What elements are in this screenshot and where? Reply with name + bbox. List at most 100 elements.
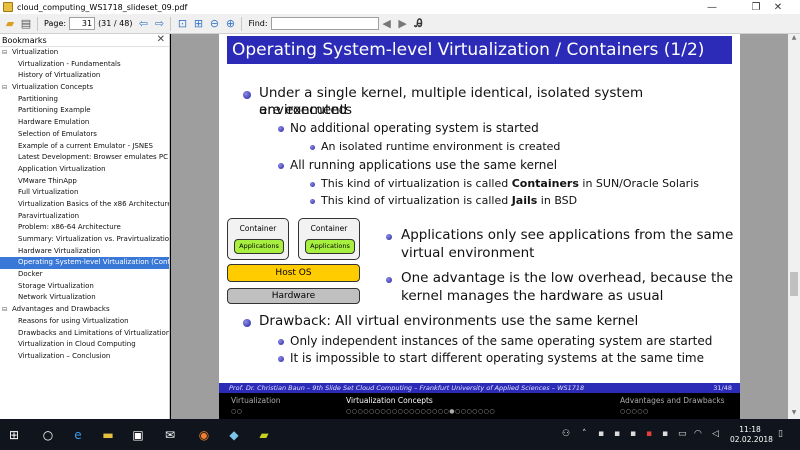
bookmark-item[interactable]: Hardware Virtualization <box>0 246 169 258</box>
slide-footer: Prof. Dr. Christian Baun – 9th Slide Set… <box>219 383 740 393</box>
bookmark-item[interactable]: Operating System-level Virtualization (C… <box>0 257 169 270</box>
nav-section-virtualization[interactable]: Virtualization <box>231 396 281 405</box>
bookmark-item[interactable]: Virtualization - Fundamentals <box>0 59 169 71</box>
bookmark-label: Application Virtualization <box>18 164 106 173</box>
bullet-text: This kind of virtualization is called Co… <box>321 177 699 190</box>
minimize-button[interactable]: — <box>690 0 734 14</box>
bullet-text: kernel manages the hardware as usual <box>401 288 664 304</box>
nav-dots[interactable]: ○○○○○○○○○○○○○○○○○○●○○○○○○○ <box>346 408 495 415</box>
find-label: Find: <box>248 19 268 28</box>
volume-icon[interactable]: ◁ <box>712 429 719 439</box>
match-case-icon[interactable]: Ꭿ <box>411 16 427 32</box>
container-box: Container Applications <box>227 218 289 260</box>
bookmark-label: Paravirtualization <box>18 211 80 220</box>
collapse-icon[interactable]: ⊟ <box>2 304 12 316</box>
bookmark-item[interactable]: Summary: Virtualization vs. Pravirtualiz… <box>0 234 169 246</box>
find-input[interactable] <box>270 17 379 30</box>
bookmark-item[interactable]: VMware ThinApp <box>0 176 169 188</box>
bookmark-item[interactable]: Latest Development: Browser emulates PC … <box>0 152 169 164</box>
taskbar-clock[interactable]: 11:18 02.02.2018 <box>730 425 773 445</box>
zoom-out-icon[interactable]: ⊖ <box>206 16 222 32</box>
pdf-viewer-taskbar-icon[interactable]: ▰ <box>256 427 272 443</box>
bookmark-item[interactable]: Partitioning Example <box>0 105 169 117</box>
close-button[interactable]: ✕ <box>756 0 800 14</box>
bookmark-item[interactable]: Example of a current Emulator - JSNES <box>0 141 169 153</box>
bullet-text: No additional operating system is starte… <box>290 121 539 135</box>
bookmark-item[interactable]: Reasons for using Virtualization <box>0 316 169 328</box>
file-explorer-icon[interactable]: ▬ <box>100 427 116 443</box>
bookmark-item[interactable]: Storage Virtualization <box>0 281 169 293</box>
bookmark-label: Virtualization Concepts <box>12 83 94 92</box>
zoom-in-icon[interactable]: ⊕ <box>222 16 238 32</box>
fit-page-icon[interactable]: ⊡ <box>174 16 190 32</box>
prev-page-icon[interactable]: ⇦ <box>135 16 151 32</box>
tray-app-icon[interactable]: ▪ <box>662 429 668 439</box>
bookmark-item[interactable]: Docker <box>0 269 169 281</box>
sidebar-close-icon[interactable]: ✕ <box>157 34 165 45</box>
bookmark-item[interactable]: Virtualization Basics of the x86 Archite… <box>0 199 169 211</box>
bookmark-item[interactable]: Partitioning <box>0 94 169 106</box>
page-number-input[interactable] <box>69 17 96 30</box>
applications-box: Applications <box>234 239 284 254</box>
next-page-icon[interactable]: ⇨ <box>151 16 167 32</box>
bookmark-item[interactable]: Virtualization – Conclusion <box>0 351 169 363</box>
bookmark-item[interactable]: Virtualization in Cloud Computing <box>0 339 169 351</box>
bullet-marker <box>278 126 284 132</box>
notifications-icon[interactable]: ▯ <box>778 429 783 439</box>
app-icon[interactable]: ◆ <box>226 427 242 443</box>
bookmark-item[interactable]: ⊟ Virtualization Concepts <box>0 82 169 94</box>
bookmark-item[interactable]: Hardware Emulation <box>0 117 169 129</box>
find-prev-icon[interactable]: ◀ <box>379 16 395 32</box>
nav-section-concepts[interactable]: Virtualization Concepts <box>346 396 433 405</box>
container-box: Container Applications <box>298 218 360 260</box>
wifi-icon[interactable]: ◠ <box>694 429 702 439</box>
bullet-text: This kind of virtualization is called Ja… <box>321 194 578 207</box>
bookmark-label: Hardware Virtualization <box>18 246 101 255</box>
chevron-up-icon[interactable]: ˄ <box>582 429 587 439</box>
bookmark-item[interactable]: Full Virtualization <box>0 187 169 199</box>
bookmark-item[interactable]: Selection of Emulators <box>0 129 169 141</box>
bookmark-item[interactable]: ⊟ Virtualization <box>0 47 169 59</box>
print-icon[interactable]: ▤ <box>18 16 34 32</box>
bullet-text: Applications only see applications from … <box>401 227 734 243</box>
tray-app-icon[interactable]: ▪ <box>630 429 636 439</box>
fit-width-icon[interactable]: ⊞ <box>190 16 206 32</box>
bookmark-item[interactable]: History of Virtualization <box>0 70 169 82</box>
bookmark-item[interactable]: Paravirtualization <box>0 211 169 223</box>
bookmark-label: History of Virtualization <box>18 71 101 80</box>
document-viewport[interactable]: Operating System-level Virtualization / … <box>171 34 788 419</box>
bullet-marker <box>310 182 315 187</box>
nav-dots[interactable]: ○○ <box>231 408 242 415</box>
mail-icon[interactable]: ✉ <box>162 427 178 443</box>
tray-app-icon[interactable]: ▪ <box>598 429 604 439</box>
scrollbar-thumb[interactable] <box>790 272 798 296</box>
scroll-up-icon[interactable]: ▲ <box>788 34 800 44</box>
tray-app-icon[interactable]: ▪ <box>614 429 620 439</box>
container-label: Container <box>239 224 277 233</box>
bookmark-label: Partitioning <box>18 94 58 103</box>
bookmark-item[interactable]: Network Virtualization <box>0 292 169 304</box>
windows-start-icon[interactable]: ⊞ <box>6 427 22 443</box>
collapse-icon[interactable]: ⊟ <box>2 82 12 94</box>
window-titlebar: cloud_computing_WS1718_slideset_09.pdf —… <box>0 0 800 14</box>
open-icon[interactable]: ▰ <box>2 16 18 32</box>
edge-browser-icon[interactable]: e <box>70 427 86 443</box>
people-icon[interactable]: ⚇ <box>562 429 570 439</box>
nav-section-advantages[interactable]: Advantages and Drawbacks <box>620 396 725 405</box>
nav-dots[interactable]: ○○○○○ <box>620 408 649 415</box>
network-icon[interactable]: ▭ <box>678 429 687 439</box>
slide-page: Operating System-level Virtualization / … <box>219 34 740 419</box>
tray-app-icon[interactable]: ▪ <box>646 429 652 439</box>
search-icon[interactable]: ○ <box>40 427 56 443</box>
host-os-box: Host OS <box>227 264 360 282</box>
bookmark-item[interactable]: Problem: x86-64 Architecture <box>0 222 169 234</box>
find-next-icon[interactable]: ▶ <box>395 16 411 32</box>
vertical-scrollbar[interactable]: ▲ ▼ <box>788 34 800 419</box>
bookmark-item[interactable]: ⊟ Advantages and Drawbacks <box>0 304 169 316</box>
scroll-down-icon[interactable]: ▼ <box>788 409 800 419</box>
bookmark-item[interactable]: Drawbacks and Limitations of Virtualizat… <box>0 328 169 340</box>
bookmark-item[interactable]: Application Virtualization <box>0 164 169 176</box>
collapse-icon[interactable]: ⊟ <box>2 47 12 59</box>
store-icon[interactable]: ▣ <box>130 427 146 443</box>
firefox-icon[interactable]: ◉ <box>196 427 212 443</box>
